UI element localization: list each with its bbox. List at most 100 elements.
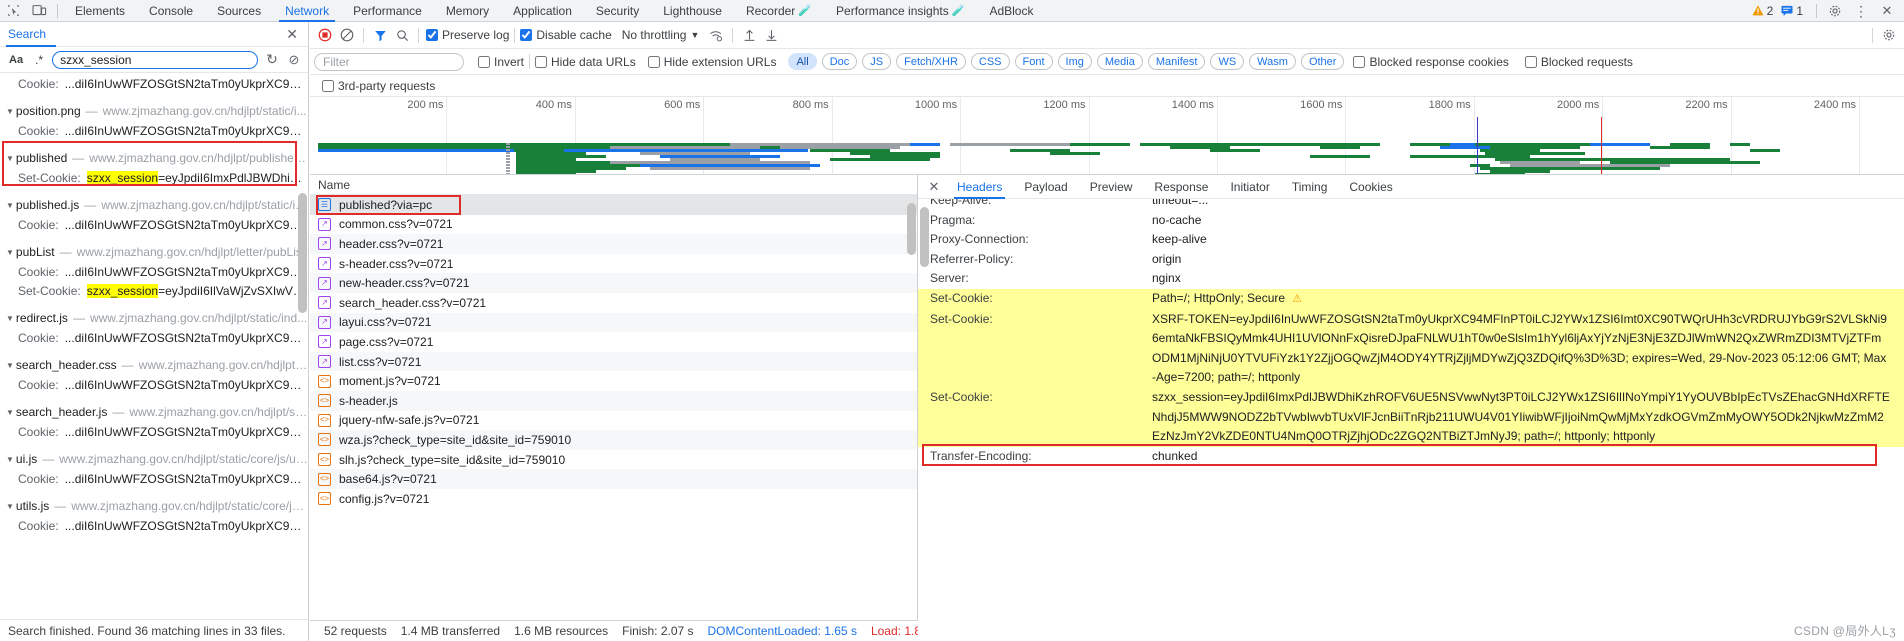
tab-console[interactable]: Console [137,0,205,22]
search-result-file[interactable]: ▼ search_header.css — www.zjmazhang.gov.cn/… [0,356,308,376]
search-result-line[interactable]: Cookie: ...diI6InUwWFZOSGtSN2taTm0yUkprXC… [0,376,308,395]
import-har-icon[interactable] [738,24,760,46]
request-row[interactable]: ↗ s-header.css?v=0721 [310,254,917,274]
filter-type-img[interactable]: Img [1057,53,1092,70]
match-case-button[interactable]: Aa [6,54,26,66]
hide-data-urls-input[interactable] [535,55,548,68]
search-pane-close-icon[interactable]: ✕ [280,26,304,43]
request-list-header[interactable]: Name [310,175,917,195]
request-row[interactable]: ↗ new-header.css?v=0721 [310,273,917,293]
tab-memory[interactable]: Memory [434,0,501,22]
search-result-file[interactable]: ▼ search_header.js — www.zjmazhang.gov.cn/h… [0,403,308,423]
tab-performance-insights[interactable]: Performance insights 🧪 [824,0,977,22]
filter-type-wasm[interactable]: Wasm [1249,53,1296,70]
close-icon[interactable]: ✕ [1874,0,1900,21]
filter-type-other[interactable]: Other [1300,53,1345,70]
hide-data-urls-checkbox[interactable]: Hide data URLs [535,55,636,69]
details-tab-headers[interactable]: Headers [946,175,1013,199]
search-result-file[interactable]: ▼ ui.js — www.zjmazhang.gov.cn/hdjlpt/stati… [0,450,308,470]
search-result-file[interactable]: ▼ utils.js — www.zjmazhang.gov.cn/hdjlpt/st… [0,497,308,517]
filter-type-media[interactable]: Media [1096,53,1143,70]
expand-triangle-icon[interactable]: ▼ [6,497,14,516]
request-row[interactable]: <> base64.js?v=0721 [310,469,917,489]
search-icon[interactable] [391,24,413,46]
request-row[interactable]: ↗ list.css?v=0721 [310,351,917,372]
blocked-response-cookies-input[interactable] [1353,55,1366,68]
request-row[interactable]: ↗ search_header.css?v=0721 [310,293,917,313]
blocked-requests-checkbox[interactable]: Blocked requests [1524,55,1633,69]
invert-input[interactable] [478,55,490,68]
gear-icon[interactable] [1822,0,1848,21]
filter-icon[interactable] [369,24,391,46]
request-row[interactable]: <> jquery-nfw-safe.js?v=0721 [310,411,917,431]
details-tab-timing[interactable]: Timing [1281,175,1339,199]
details-close-icon[interactable]: ✕ [922,179,946,195]
message-counter[interactable]: 1 [1781,4,1803,18]
search-result-line[interactable]: Set-Cookie: szxx_session=eyJpdiI6ImxPdlJB… [0,169,308,188]
search-results-scrollbar[interactable] [298,193,307,313]
gear-icon[interactable] [1878,24,1900,46]
blocked-response-cookies-checkbox[interactable]: Blocked response cookies [1353,55,1509,69]
request-row[interactable]: ↗ page.css?v=0721 [310,332,917,352]
search-result-line[interactable]: Cookie: ...diI6InUwWFZOSGtSN2taTm0yUkprXC… [0,470,308,489]
search-result-line[interactable]: Cookie: ...diI6InUwWFZOSGtSN2taTm0yUkprXC… [0,517,308,536]
tab-sources[interactable]: Sources [205,0,273,22]
tab-performance[interactable]: Performance [341,0,434,22]
search-result-file[interactable]: ▼ published.js — www.zjmazhang.gov.cn/hdjlp… [0,196,308,216]
request-row[interactable]: <> config.js?v=0721 [310,489,917,509]
request-row[interactable]: ☰ published?via=pc [310,195,917,215]
request-row[interactable]: ↗ common.css?v=0721 [310,215,917,235]
filter-type-css[interactable]: CSS [970,53,1010,70]
search-refresh-icon[interactable]: ↻ [264,51,280,68]
filter-type-font[interactable]: Font [1014,53,1053,70]
request-row[interactable]: <> wza.js?check_type=site_id&site_id=7590… [310,430,917,450]
expand-triangle-icon[interactable]: ▼ [6,450,14,469]
third-party-input[interactable] [322,79,334,92]
warning-triangle-icon[interactable]: ⚠ [1292,293,1302,305]
search-result-file[interactable]: ▼ position.png — www.zjmazhang.gov.cn/hdjlp… [0,102,308,122]
search-result-line[interactable]: Cookie: ...diI6InUwWFZOSGtSN2taTm0yUkprXC… [0,122,308,141]
search-result-line[interactable]: Cookie: ...diI6InUwWFZOSGtSN2taTm0yUkprXC… [0,423,308,442]
expand-triangle-icon[interactable]: ▼ [6,243,14,262]
search-clear-icon[interactable]: ⊘ [286,52,302,68]
response-headers-list[interactable]: Keep-Alive: timeout=... Pragma: no-cache Pro… [918,199,1904,641]
network-overview-timeline[interactable]: 200 ms 400 ms 600 ms 800 ms 1000 ms 1200 ms 14… [310,97,1904,175]
expand-triangle-icon[interactable]: ▼ [6,196,14,215]
tab-application[interactable]: Application [501,0,584,22]
regex-button[interactable]: .* [32,53,46,67]
expand-triangle-icon[interactable]: ▼ [6,149,14,168]
inspect-icon[interactable] [0,0,26,21]
request-rows[interactable]: ☰ published?via=pc ↗ common.css?v=0721 ↗ head… [310,195,917,620]
search-result-line[interactable]: Set-Cookie: szxx_session=eyJpdiI6IlVaWjZv… [0,282,308,301]
request-row[interactable]: ↗ header.css?v=0721 [310,234,917,254]
expand-triangle-icon[interactable]: ▼ [6,309,14,328]
filter-type-manifest[interactable]: Manifest [1147,53,1206,70]
filter-type-all[interactable]: All [788,53,817,70]
tab-lighthouse[interactable]: Lighthouse [651,0,734,22]
export-har-icon[interactable] [760,24,782,46]
request-row[interactable]: <> moment.js?v=0721 [310,371,917,391]
filter-type-ws[interactable]: WS [1210,53,1245,70]
hide-extension-urls-input[interactable] [647,55,660,68]
disable-cache-checkbox[interactable]: Disable cache [520,28,612,42]
third-party-requests-checkbox[interactable]: 3rd-party requests [322,79,435,93]
request-row[interactable]: <> s-header.js [310,390,917,411]
details-tab-cookies[interactable]: Cookies [1338,175,1403,199]
throttling-select[interactable]: No throttling ▼ [622,28,700,42]
warning-counter[interactable]: 2 [1752,4,1773,18]
search-result-line[interactable]: Cookie: ...diI6InUwWFZOSGtSN2taTm0yUkprXC… [0,216,308,235]
filter-input[interactable] [314,52,464,71]
blocked-requests-input[interactable] [1524,55,1537,68]
request-row[interactable]: <> slh.js?check_type=site_id&site_id=7590… [310,450,917,470]
request-list-scrollbar[interactable] [907,203,916,255]
search-results-list[interactable]: Cookie: ...diI6InUwWFZOSGtSN2taTm0yUkprXC… [0,73,308,619]
search-result-file[interactable]: ▼ pubList — www.zjmazhang.gov.cn/hdjlpt/let… [0,243,308,263]
details-scrollbar[interactable] [920,207,929,267]
details-tab-response[interactable]: Response [1143,175,1219,199]
details-tab-payload[interactable]: Payload [1013,175,1078,199]
search-result-line[interactable]: Cookie: ...diI6InUwWFZOSGtSN2taTm0yUkprXC… [0,329,308,348]
filter-type-fetch-xhr[interactable]: Fetch/XHR [896,53,966,70]
preserve-log-input[interactable] [426,29,438,41]
tab-adblock[interactable]: AdBlock [977,0,1045,22]
expand-triangle-icon[interactable]: ▼ [6,403,14,422]
